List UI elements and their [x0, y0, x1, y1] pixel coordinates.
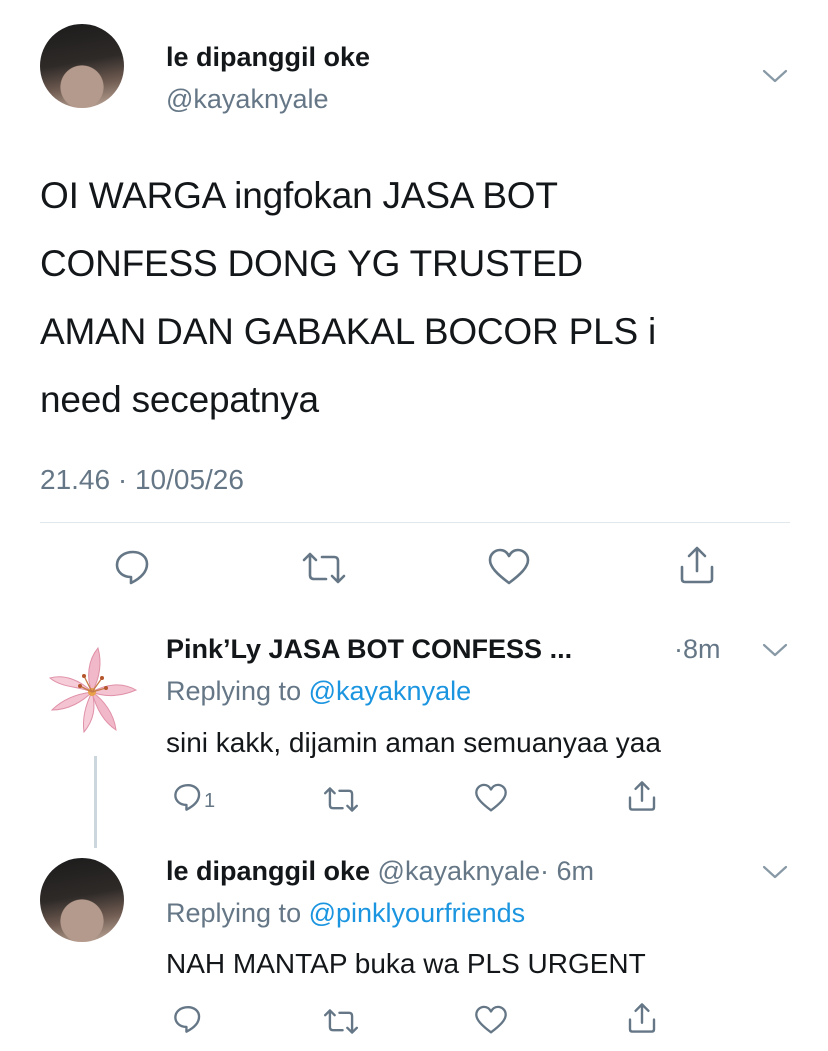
retweet-icon[interactable]: [300, 551, 348, 585]
reply-icon[interactable]: [113, 548, 153, 586]
display-name[interactable]: le dipanggil oke: [166, 856, 370, 886]
replying-to-handle[interactable]: @kayaknyale: [309, 676, 472, 706]
like-icon[interactable]: [474, 1005, 508, 1035]
divider: [40, 522, 790, 523]
replying-to-handle[interactable]: @pinklyourfriends: [309, 898, 526, 928]
reply-text: sini kakk, dijamin aman semuanyaa yaa: [166, 727, 661, 758]
lily-flower-icon: [48, 646, 138, 734]
tweet-text-line: OI WARGA ingfokan JASA BOT: [40, 175, 558, 216]
replying-to: Replying to @kayaknyale: [166, 676, 471, 707]
share-icon[interactable]: [677, 545, 717, 585]
share-icon[interactable]: [626, 1002, 658, 1034]
tweet-text-line: AMAN DAN GABAKAL BOCOR PLS i: [40, 311, 657, 352]
tweet-text: OI WARGA ingfokan JASA BOT CONFESS DONG …: [40, 162, 800, 434]
replying-to-label: Replying to: [166, 898, 302, 928]
chevron-down-icon[interactable]: [762, 864, 788, 880]
replying-to-label: Replying to: [166, 676, 302, 706]
retweet-icon[interactable]: [322, 786, 360, 813]
reply-time[interactable]: · 6m: [540, 856, 594, 886]
reply-header: le dipanggil oke @kayaknyale· 6m: [166, 856, 594, 887]
handle[interactable]: @kayaknyale: [166, 84, 329, 115]
chevron-down-icon[interactable]: [762, 642, 788, 658]
reply-count: 1: [204, 790, 216, 812]
timestamp[interactable]: 21.46 · 10/05/26: [40, 464, 244, 496]
share-icon[interactable]: [626, 780, 658, 812]
avatar[interactable]: [40, 858, 124, 942]
display-name[interactable]: Pink’Ly JASA BOT CONFESS ...: [166, 634, 572, 665]
reply-time[interactable]: ·8m: [674, 634, 721, 665]
replying-to: Replying to @pinklyourfriends: [166, 898, 525, 929]
like-icon[interactable]: [487, 548, 531, 586]
avatar[interactable]: [40, 640, 140, 740]
reply-icon[interactable]: [172, 1004, 204, 1034]
retweet-icon[interactable]: [322, 1008, 360, 1035]
handle[interactable]: @kayaknyale: [378, 856, 541, 886]
avatar[interactable]: [40, 24, 124, 108]
reply-icon[interactable]: [172, 782, 204, 812]
thread-line: [94, 756, 97, 848]
tweet-text-line: CONFESS DONG YG TRUSTED: [40, 243, 583, 284]
chevron-down-icon[interactable]: [762, 68, 788, 84]
tweet-text-line: need secepatnya: [40, 379, 319, 420]
reply-text: NAH MANTAP buka wa PLS URGENT: [166, 948, 646, 979]
display-name[interactable]: le dipanggil oke: [166, 42, 370, 73]
like-icon[interactable]: [474, 783, 508, 813]
